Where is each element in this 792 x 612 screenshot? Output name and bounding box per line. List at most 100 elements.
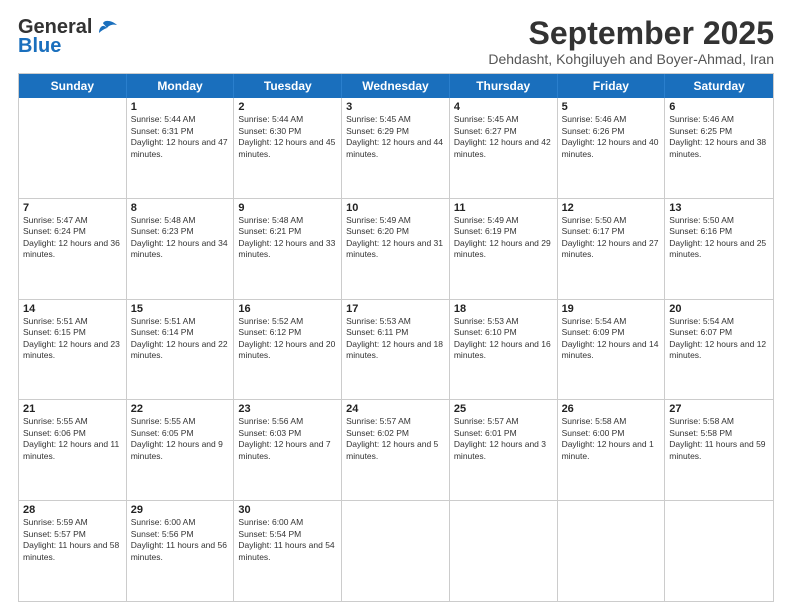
calendar-cell: 12Sunrise: 5:50 AM Sunset: 6:17 PM Dayli… [558,199,666,299]
cell-info: Sunrise: 5:57 AM Sunset: 6:01 PM Dayligh… [454,416,553,462]
header-day-thursday: Thursday [450,74,558,98]
calendar-week-3: 14Sunrise: 5:51 AM Sunset: 6:15 PM Dayli… [19,300,773,401]
day-number: 13 [669,202,769,214]
calendar-cell: 21Sunrise: 5:55 AM Sunset: 6:06 PM Dayli… [19,400,127,500]
day-number: 7 [23,202,122,214]
day-number: 26 [562,403,661,415]
calendar-week-5: 28Sunrise: 5:59 AM Sunset: 5:57 PM Dayli… [19,501,773,601]
day-number: 21 [23,403,122,415]
day-number: 30 [238,504,337,516]
day-number: 29 [131,504,230,516]
header-day-friday: Friday [558,74,666,98]
cell-info: Sunrise: 5:56 AM Sunset: 6:03 PM Dayligh… [238,416,337,462]
cell-info: Sunrise: 5:47 AM Sunset: 6:24 PM Dayligh… [23,215,122,261]
calendar-cell: 1Sunrise: 5:44 AM Sunset: 6:31 PM Daylig… [127,98,235,198]
calendar-cell: 4Sunrise: 5:45 AM Sunset: 6:27 PM Daylig… [450,98,558,198]
day-number: 18 [454,303,553,315]
logo: General Blue [18,16,117,58]
calendar-cell: 17Sunrise: 5:53 AM Sunset: 6:11 PM Dayli… [342,300,450,400]
day-number: 16 [238,303,337,315]
day-number: 4 [454,101,553,113]
cell-info: Sunrise: 5:55 AM Sunset: 6:05 PM Dayligh… [131,416,230,462]
cell-info: Sunrise: 5:54 AM Sunset: 6:07 PM Dayligh… [669,316,769,362]
day-number: 12 [562,202,661,214]
page: General Blue September 2025 Dehdasht, Ko… [0,0,792,612]
logo-blue-text: Blue [18,35,61,58]
calendar-cell: 15Sunrise: 5:51 AM Sunset: 6:14 PM Dayli… [127,300,235,400]
cell-info: Sunrise: 5:50 AM Sunset: 6:17 PM Dayligh… [562,215,661,261]
day-number: 14 [23,303,122,315]
day-number: 15 [131,303,230,315]
title-area: September 2025 Dehdasht, Kohgiluyeh and … [488,16,774,67]
day-number: 25 [454,403,553,415]
calendar-cell [450,501,558,601]
cell-info: Sunrise: 6:00 AM Sunset: 5:56 PM Dayligh… [131,517,230,563]
calendar-cell: 3Sunrise: 5:45 AM Sunset: 6:29 PM Daylig… [342,98,450,198]
calendar-cell: 13Sunrise: 5:50 AM Sunset: 6:16 PM Dayli… [665,199,773,299]
calendar-cell: 24Sunrise: 5:57 AM Sunset: 6:02 PM Dayli… [342,400,450,500]
header-day-wednesday: Wednesday [342,74,450,98]
cell-info: Sunrise: 5:52 AM Sunset: 6:12 PM Dayligh… [238,316,337,362]
day-number: 5 [562,101,661,113]
cell-info: Sunrise: 5:45 AM Sunset: 6:27 PM Dayligh… [454,114,553,160]
calendar-cell: 27Sunrise: 5:58 AM Sunset: 5:58 PM Dayli… [665,400,773,500]
cell-info: Sunrise: 5:55 AM Sunset: 6:06 PM Dayligh… [23,416,122,462]
calendar-week-1: 1Sunrise: 5:44 AM Sunset: 6:31 PM Daylig… [19,98,773,199]
calendar-cell [342,501,450,601]
location-subtitle: Dehdasht, Kohgiluyeh and Boyer-Ahmad, Ir… [488,51,774,67]
calendar-week-2: 7Sunrise: 5:47 AM Sunset: 6:24 PM Daylig… [19,199,773,300]
day-number: 3 [346,101,445,113]
calendar-cell: 7Sunrise: 5:47 AM Sunset: 6:24 PM Daylig… [19,199,127,299]
day-number: 27 [669,403,769,415]
cell-info: Sunrise: 5:44 AM Sunset: 6:30 PM Dayligh… [238,114,337,160]
calendar: SundayMondayTuesdayWednesdayThursdayFrid… [18,73,774,602]
calendar-cell: 5Sunrise: 5:46 AM Sunset: 6:26 PM Daylig… [558,98,666,198]
day-number: 22 [131,403,230,415]
header-day-saturday: Saturday [665,74,773,98]
calendar-cell [19,98,127,198]
calendar-cell: 16Sunrise: 5:52 AM Sunset: 6:12 PM Dayli… [234,300,342,400]
cell-info: Sunrise: 5:50 AM Sunset: 6:16 PM Dayligh… [669,215,769,261]
cell-info: Sunrise: 6:00 AM Sunset: 5:54 PM Dayligh… [238,517,337,563]
cell-info: Sunrise: 5:46 AM Sunset: 6:25 PM Dayligh… [669,114,769,160]
day-number: 1 [131,101,230,113]
logo-bird-icon [95,19,117,37]
day-number: 8 [131,202,230,214]
calendar-cell: 26Sunrise: 5:58 AM Sunset: 6:00 PM Dayli… [558,400,666,500]
calendar-cell: 2Sunrise: 5:44 AM Sunset: 6:30 PM Daylig… [234,98,342,198]
day-number: 17 [346,303,445,315]
calendar-cell: 19Sunrise: 5:54 AM Sunset: 6:09 PM Dayli… [558,300,666,400]
calendar-cell: 23Sunrise: 5:56 AM Sunset: 6:03 PM Dayli… [234,400,342,500]
calendar-cell: 29Sunrise: 6:00 AM Sunset: 5:56 PM Dayli… [127,501,235,601]
calendar-cell: 14Sunrise: 5:51 AM Sunset: 6:15 PM Dayli… [19,300,127,400]
calendar-cell: 25Sunrise: 5:57 AM Sunset: 6:01 PM Dayli… [450,400,558,500]
header-day-monday: Monday [127,74,235,98]
calendar-body: 1Sunrise: 5:44 AM Sunset: 6:31 PM Daylig… [19,98,773,601]
cell-info: Sunrise: 5:46 AM Sunset: 6:26 PM Dayligh… [562,114,661,160]
day-number: 19 [562,303,661,315]
cell-info: Sunrise: 5:45 AM Sunset: 6:29 PM Dayligh… [346,114,445,160]
calendar-cell: 20Sunrise: 5:54 AM Sunset: 6:07 PM Dayli… [665,300,773,400]
header-day-tuesday: Tuesday [234,74,342,98]
day-number: 2 [238,101,337,113]
cell-info: Sunrise: 5:54 AM Sunset: 6:09 PM Dayligh… [562,316,661,362]
cell-info: Sunrise: 5:53 AM Sunset: 6:11 PM Dayligh… [346,316,445,362]
calendar-cell: 10Sunrise: 5:49 AM Sunset: 6:20 PM Dayli… [342,199,450,299]
cell-info: Sunrise: 5:44 AM Sunset: 6:31 PM Dayligh… [131,114,230,160]
day-number: 24 [346,403,445,415]
cell-info: Sunrise: 5:59 AM Sunset: 5:57 PM Dayligh… [23,517,122,563]
cell-info: Sunrise: 5:51 AM Sunset: 6:15 PM Dayligh… [23,316,122,362]
cell-info: Sunrise: 5:49 AM Sunset: 6:19 PM Dayligh… [454,215,553,261]
day-number: 10 [346,202,445,214]
month-title: September 2025 [488,16,774,51]
calendar-cell: 8Sunrise: 5:48 AM Sunset: 6:23 PM Daylig… [127,199,235,299]
cell-info: Sunrise: 5:48 AM Sunset: 6:21 PM Dayligh… [238,215,337,261]
cell-info: Sunrise: 5:58 AM Sunset: 5:58 PM Dayligh… [669,416,769,462]
calendar-cell [558,501,666,601]
calendar-cell: 6Sunrise: 5:46 AM Sunset: 6:25 PM Daylig… [665,98,773,198]
cell-info: Sunrise: 5:48 AM Sunset: 6:23 PM Dayligh… [131,215,230,261]
cell-info: Sunrise: 5:51 AM Sunset: 6:14 PM Dayligh… [131,316,230,362]
day-number: 20 [669,303,769,315]
day-number: 9 [238,202,337,214]
day-number: 6 [669,101,769,113]
